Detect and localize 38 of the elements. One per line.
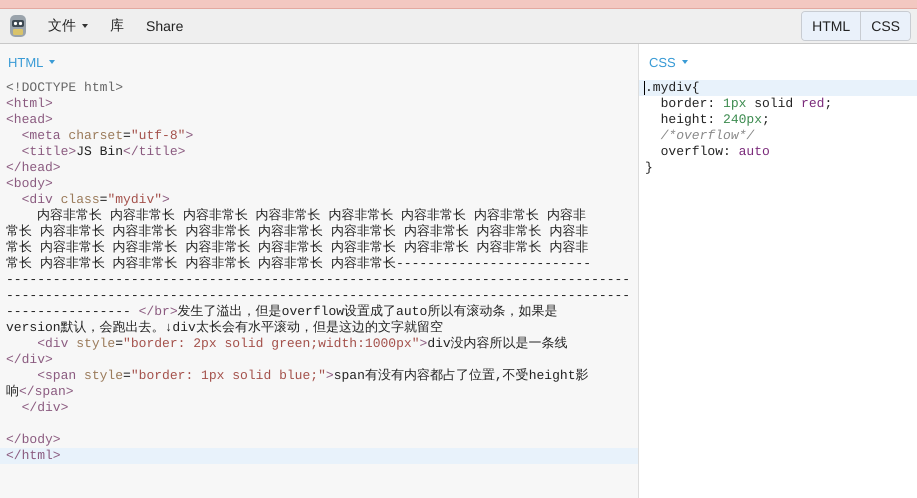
code-line: </head> — [6, 160, 61, 175]
code-line: 响</span> — [6, 384, 74, 399]
code-line: /*overflow*/ — [660, 128, 754, 143]
code-line: <html> — [6, 96, 53, 111]
code-line: .mydiv{ — [645, 80, 700, 95]
code-line: </html> — [6, 448, 61, 463]
code-line: version默认，会跑出去。↓div太长会有水平滚动，但是这边的文字就留空 — [6, 320, 443, 335]
code-line: border: 1px solid red; — [660, 96, 832, 111]
code-line: <head> — [6, 112, 53, 127]
code-line: } — [645, 160, 653, 175]
code-line: 常长 内容非常长 内容非常长 内容非常长 内容非常长 内容非常长 内容非常长 内容非常长 内容非 — [6, 240, 588, 255]
code-line: </body> — [6, 432, 61, 447]
panel-toggle[interactable]: HTML — [802, 12, 860, 40]
menu-item[interactable]: 文件 — [40, 13, 96, 39]
caret-icon — [49, 60, 56, 64]
code-line: </div> — [6, 352, 53, 367]
code-line: <div class="mydiv"> — [20, 192, 170, 207]
code-line: -------------------------------------------------------------------------------- — [6, 272, 630, 287]
code-line: ---------------- </br>发生了溢出，但是overflow设置成了auto所以有滚动条，如果是 — [6, 304, 558, 319]
code-line: <div style="border: 2px solid green;width:1000px">div没内容所以是一条线 — [36, 336, 568, 351]
code-line: height: 240px; — [660, 112, 770, 127]
code-line: <meta charset="utf-8"> — [20, 128, 194, 143]
code-line: 内容非常长 内容非常长 内容非常长 内容非常长 内容非常长 内容非常长 内容非常长 内容非 — [36, 208, 586, 223]
code-line: 常长 内容非常长 内容非常长 内容非常长 内容非常长 内容非常长------------------------- — [6, 256, 592, 271]
code-line: <span style="border: 1px solid blue;">span有没有内容都占了位置,不受height影 — [36, 368, 589, 383]
code-line: 常长 内容非常长 内容非常长 内容非常长 内容非常长 内容非常长 内容非常长 内容非常长 内容非 — [6, 224, 588, 239]
code-line: </div> — [20, 400, 68, 415]
caret-icon — [682, 60, 688, 64]
text-cursor — [644, 81, 645, 95]
menu-item[interactable]: Share — [138, 14, 192, 38]
code-line: overflow: auto — [660, 144, 770, 159]
code-line: <title>JS Bin</title> — [20, 144, 186, 159]
code-line: <body> — [6, 176, 53, 191]
menu-item[interactable]: 库 — [102, 13, 132, 39]
panel-toggle[interactable]: CSS — [860, 12, 910, 40]
code-line: -------------------------------------------------------------------------------- — [6, 288, 630, 303]
code-line: <!DOCTYPE html> — [6, 80, 124, 95]
robot-logo-icon — [8, 14, 28, 38]
